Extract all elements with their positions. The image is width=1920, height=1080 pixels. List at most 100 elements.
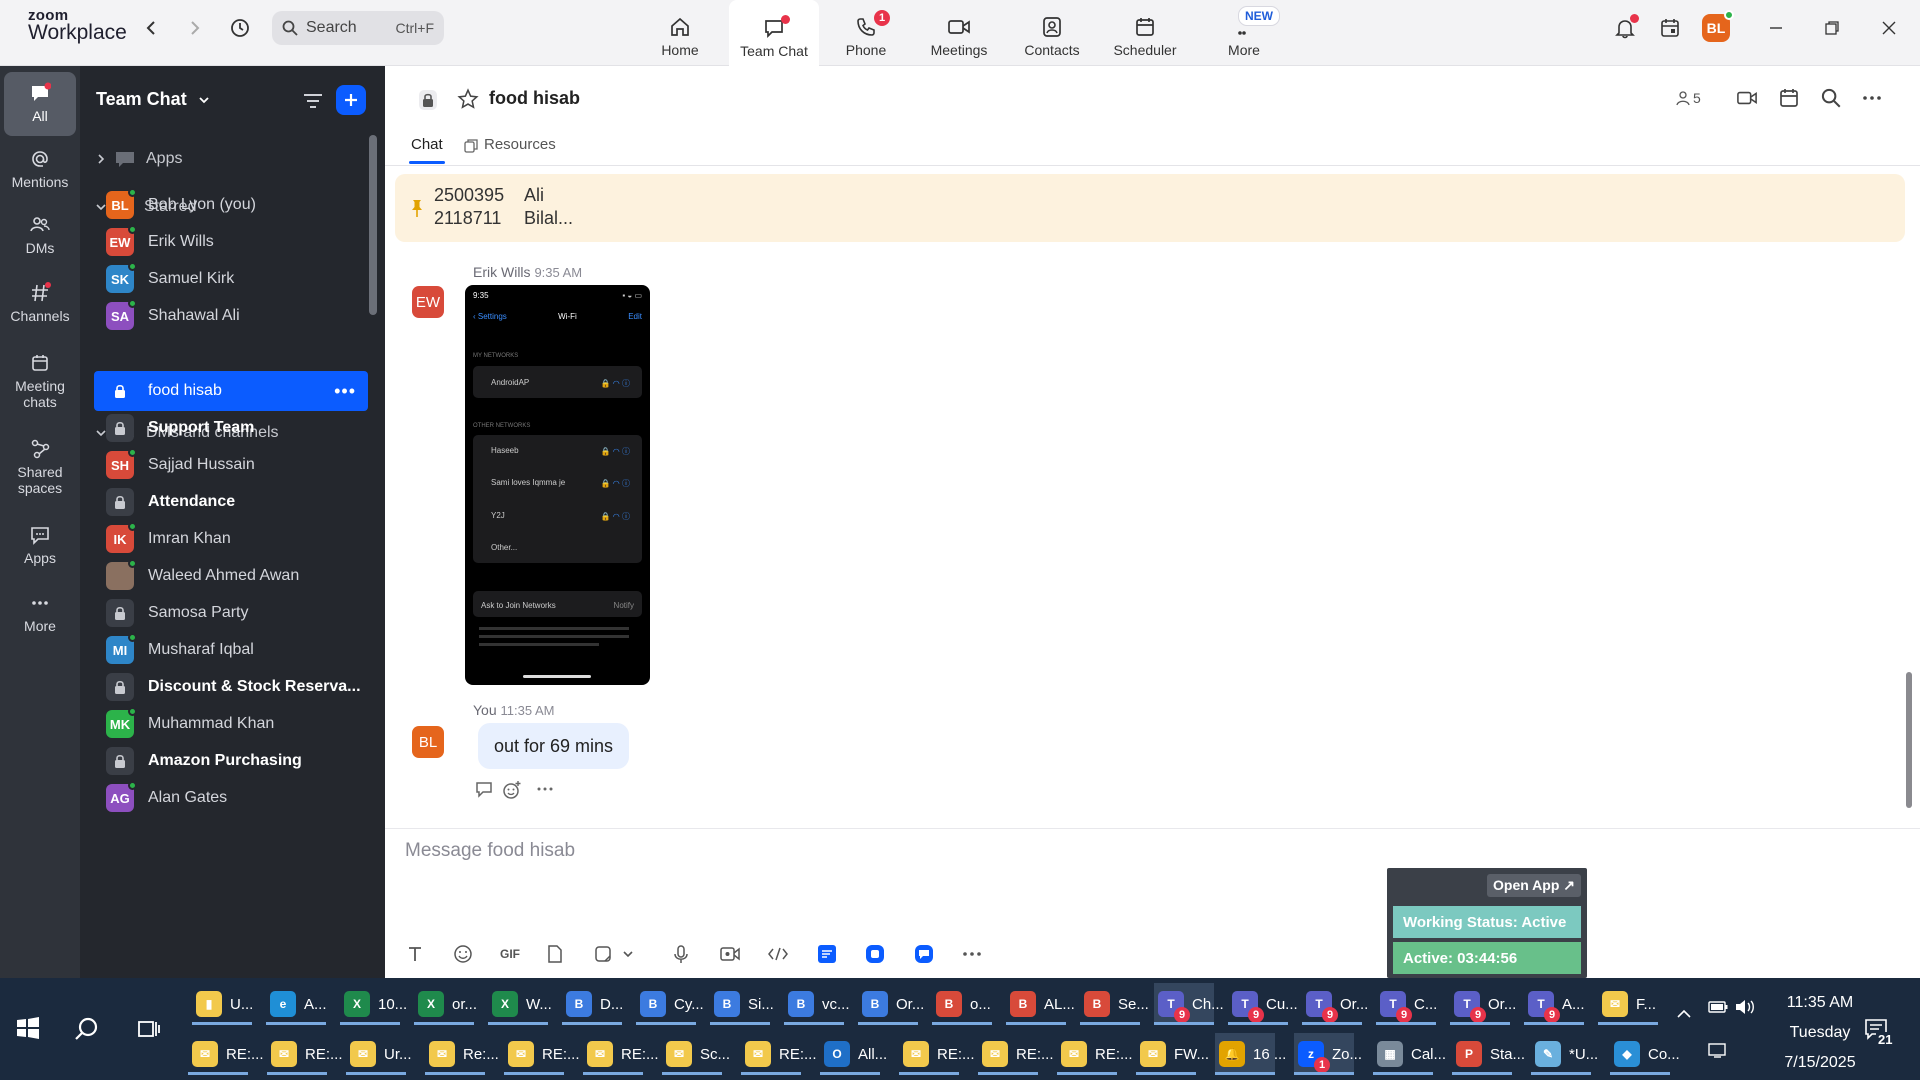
taskbar-app[interactable]: e A... bbox=[266, 983, 327, 1025]
tab-resources[interactable]: Resources bbox=[484, 136, 556, 153]
rail-dms[interactable]: DMs bbox=[4, 214, 76, 256]
sidebar-item[interactable]: Waleed Ahmed Awan bbox=[94, 556, 368, 596]
taskbar-app[interactable]: T 9 A... bbox=[1524, 983, 1585, 1025]
taskbar-app[interactable]: P Sta... bbox=[1452, 1033, 1525, 1075]
screenshot-options-button[interactable] bbox=[620, 941, 636, 967]
sidebar-item[interactable]: BL Bob Lyon (you) bbox=[94, 185, 368, 225]
reply-button[interactable] bbox=[474, 780, 494, 798]
rail-shared-spaces[interactable]: Shared spaces bbox=[4, 438, 76, 496]
taskbar-app[interactable]: ✉ Ur... bbox=[346, 1033, 412, 1075]
message-bubble[interactable]: out for 69 mins bbox=[478, 723, 630, 769]
new-chat-button[interactable] bbox=[336, 85, 366, 115]
taskbar-app[interactable]: ✉ Sc... bbox=[662, 1033, 730, 1075]
audio-message-button[interactable] bbox=[668, 941, 694, 967]
taskbar-app[interactable]: ✉ RE:... bbox=[583, 1033, 659, 1075]
taskbar-app[interactable]: T 9 Cu... bbox=[1228, 983, 1298, 1025]
app-button-1[interactable] bbox=[814, 941, 840, 967]
taskbar-app[interactable]: Bvc... bbox=[784, 983, 850, 1025]
screenshot-button[interactable] bbox=[590, 941, 616, 967]
taskbar-app[interactable]: ✉ RE:... bbox=[188, 1033, 264, 1075]
taskbar-search-button[interactable] bbox=[74, 1016, 100, 1045]
history-button[interactable] bbox=[226, 14, 254, 42]
tab-meetings[interactable]: Meetings bbox=[915, 0, 1003, 66]
section-apps[interactable]: Apps bbox=[94, 149, 182, 169]
sidebar-scrollbar[interactable] bbox=[369, 135, 377, 315]
minimize-button[interactable] bbox=[1762, 14, 1790, 42]
taskbar-app[interactable]: ▦ Cal... bbox=[1373, 1033, 1446, 1075]
item-more-button[interactable]: ••• bbox=[334, 381, 356, 402]
sidebar-item[interactable]: Support Team bbox=[94, 408, 368, 448]
sidebar-item[interactable]: Attendance bbox=[94, 482, 368, 522]
emoji-button[interactable] bbox=[450, 941, 476, 967]
close-button[interactable] bbox=[1875, 14, 1903, 42]
taskbar-app[interactable]: z 1 Zo... bbox=[1294, 1033, 1362, 1075]
taskbar-app[interactable]: ✉ RE:... bbox=[978, 1033, 1054, 1075]
sidebar-item[interactable]: food hisab ••• bbox=[94, 371, 368, 411]
members-button[interactable]: 5 bbox=[1675, 90, 1701, 106]
battery-icon[interactable] bbox=[1708, 1000, 1728, 1017]
format-text-button[interactable] bbox=[402, 941, 428, 967]
code-snippet-button[interactable] bbox=[765, 941, 791, 967]
taskbar-app[interactable]: 🔔 16 ... bbox=[1215, 1033, 1286, 1075]
sidebar-item[interactable]: SK Samuel Kirk bbox=[94, 259, 368, 299]
sidebar-item[interactable]: MI Musharaf Iqbal bbox=[94, 630, 368, 670]
sidebar-item[interactable]: AG Alan Gates bbox=[94, 778, 368, 818]
channel-search-button[interactable] bbox=[1821, 88, 1841, 108]
restore-button[interactable] bbox=[1818, 14, 1846, 42]
taskbar-app[interactable]: ▮ U... bbox=[192, 983, 253, 1025]
sidebar-item[interactable]: SA Shahawal Ali bbox=[94, 296, 368, 336]
tab-team-chat[interactable]: Team Chat bbox=[729, 0, 819, 67]
taskbar-app[interactable]: B Or... bbox=[858, 983, 924, 1025]
taskbar-app[interactable]: ✉ FW... bbox=[1136, 1033, 1209, 1075]
message-image-attachment[interactable]: 9:35 ▪ ◒ ▭ ‹ Settings Wi-Fi Edit MY NETWO… bbox=[465, 285, 650, 685]
sidebar-item[interactable]: Samosa Party bbox=[94, 593, 368, 633]
rail-apps[interactable]: Apps bbox=[4, 524, 76, 566]
calendar-status-button[interactable] bbox=[1656, 14, 1684, 42]
taskbar-app[interactable]: ✉ RE:... bbox=[504, 1033, 580, 1075]
taskbar-app[interactable]: T 9 Or... bbox=[1302, 983, 1368, 1025]
file-button[interactable] bbox=[542, 941, 568, 967]
taskbar-app[interactable]: X 10... bbox=[340, 983, 407, 1025]
taskbar-app[interactable]: ✉ RE:... bbox=[267, 1033, 343, 1075]
sidebar-item[interactable]: IK Imran Khan bbox=[94, 519, 368, 559]
sidebar-item[interactable]: EW Erik Wills bbox=[94, 222, 368, 262]
open-app-button[interactable]: Open App ↗ bbox=[1487, 874, 1581, 897]
sidebar-item[interactable]: Amazon Purchasing bbox=[94, 741, 368, 781]
rail-mentions[interactable]: Mentions bbox=[4, 148, 76, 190]
message-avatar[interactable]: EW bbox=[412, 286, 444, 318]
gif-button[interactable]: GIF bbox=[493, 941, 527, 967]
pinned-message[interactable]: 2500395 Ali 2118711 Bilal... bbox=[395, 174, 1905, 242]
network-icon[interactable] bbox=[1708, 1042, 1728, 1061]
action-center-button[interactable]: 21 bbox=[1864, 1018, 1895, 1047]
filter-button[interactable] bbox=[300, 88, 326, 114]
profile-avatar[interactable]: BL bbox=[1702, 10, 1734, 42]
taskbar-app[interactable]: B Si... bbox=[710, 983, 774, 1025]
composer-more-button[interactable] bbox=[959, 941, 985, 967]
search-input[interactable]: Search Ctrl+F bbox=[272, 11, 444, 45]
taskbar-app[interactable]: ✉ RE:... bbox=[1057, 1033, 1133, 1075]
taskbar-app[interactable]: ✉ RE:... bbox=[741, 1033, 817, 1075]
chat-scrollbar[interactable] bbox=[1906, 672, 1912, 808]
sidebar-item[interactable]: MK Muhammad Khan bbox=[94, 704, 368, 744]
taskbar-app[interactable]: B AL... bbox=[1006, 983, 1075, 1025]
taskbar-app[interactable]: ✎ *U... bbox=[1531, 1033, 1598, 1075]
taskbar-app[interactable]: B Cy... bbox=[636, 983, 704, 1025]
app-button-2[interactable] bbox=[862, 941, 888, 967]
taskbar-app[interactable]: Xor... bbox=[414, 983, 477, 1025]
taskbar-app[interactable]: O All... bbox=[820, 1033, 887, 1075]
tab-scheduler[interactable]: Scheduler bbox=[1101, 0, 1189, 66]
app-button-3[interactable] bbox=[911, 941, 937, 967]
message-avatar[interactable]: BL bbox=[412, 726, 444, 758]
rail-all[interactable]: All bbox=[4, 72, 76, 136]
taskbar-app[interactable]: B D... bbox=[562, 983, 623, 1025]
taskbar-app[interactable]: T 9 Or... bbox=[1450, 983, 1516, 1025]
sidebar-item[interactable]: Discount & Stock Reserva... bbox=[94, 667, 368, 707]
back-button[interactable] bbox=[137, 14, 165, 42]
video-message-button[interactable] bbox=[717, 941, 743, 967]
rail-channels[interactable]: Channels bbox=[4, 282, 76, 324]
tab-chat[interactable]: Chat bbox=[411, 136, 443, 153]
system-clock[interactable]: 11:35 AM Tuesday 7/15/2025 bbox=[1760, 988, 1880, 1078]
channel-more-button[interactable] bbox=[1861, 88, 1883, 108]
message-input[interactable]: Message food hisab bbox=[405, 840, 575, 862]
volume-icon[interactable] bbox=[1734, 998, 1756, 1019]
